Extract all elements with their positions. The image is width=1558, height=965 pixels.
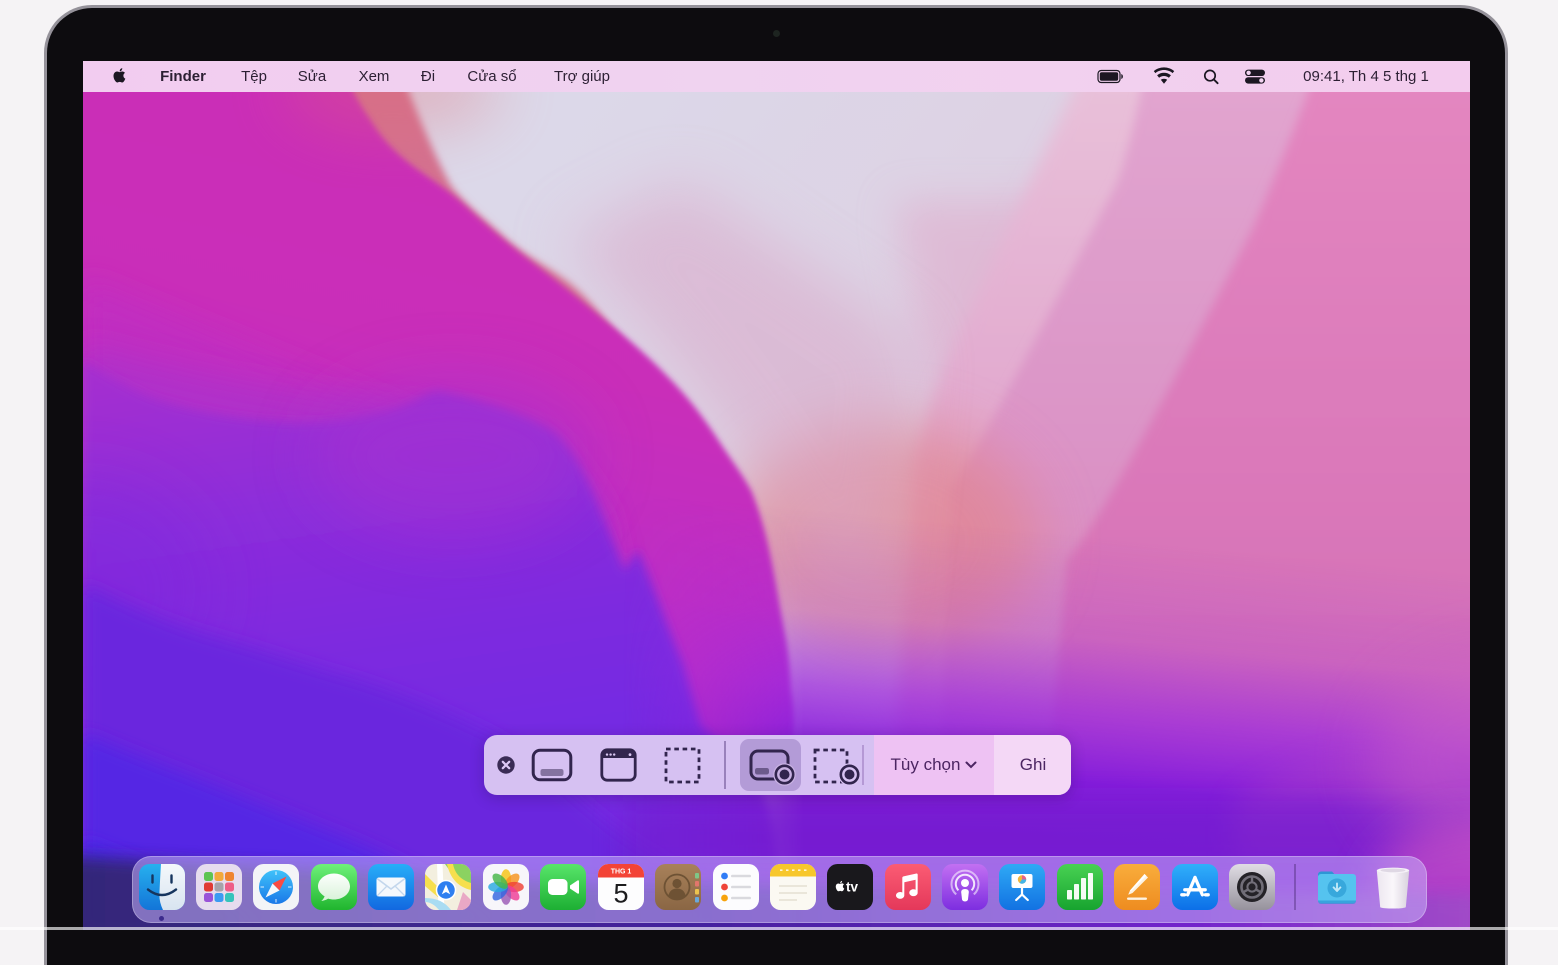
svg-text:tv: tv — [846, 880, 858, 895]
svg-text:5: 5 — [613, 879, 628, 909]
svg-text:THG 1: THG 1 — [611, 869, 632, 876]
